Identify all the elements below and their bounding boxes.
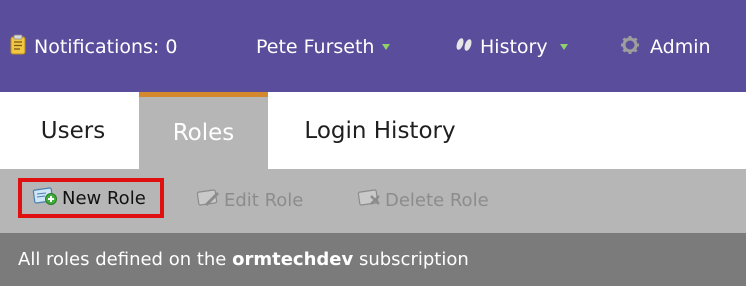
gear-icon: [620, 35, 640, 60]
tab-users[interactable]: Users: [14, 92, 132, 169]
tab-roles[interactable]: Roles: [139, 92, 268, 169]
delete-role-button[interactable]: Delete Role: [357, 187, 489, 213]
chevron-down-icon: [382, 44, 391, 50]
history-label: History: [480, 36, 548, 58]
footprints-icon: [452, 35, 476, 60]
tab-login-history[interactable]: Login History: [280, 92, 480, 169]
add-card-icon: [32, 186, 58, 211]
top-nav-bar: Notifications: 0 Pete Furseth History Ad…: [0, 0, 746, 92]
notifications-label: Notifications: 0: [34, 36, 178, 58]
edit-role-button[interactable]: Edit Role: [196, 187, 303, 213]
delete-role-label: Delete Role: [385, 189, 489, 211]
description-suffix: subscription: [353, 249, 469, 270]
roles-description: All roles defined on the ormtechdev subs…: [0, 233, 746, 286]
edit-role-label: Edit Role: [224, 189, 304, 211]
subscription-name: ormtechdev: [232, 249, 354, 270]
notifications-link[interactable]: Notifications: 0: [8, 33, 177, 61]
admin-label: Admin: [650, 36, 711, 58]
tab-label: Users: [40, 117, 106, 144]
tab-label: Roles: [172, 120, 235, 146]
roles-toolbar: New Role Edit Role Delete Role: [0, 169, 746, 233]
delete-card-icon: [357, 188, 383, 213]
edit-card-icon: [196, 188, 222, 213]
chevron-down-icon: [559, 44, 568, 50]
user-menu[interactable]: Pete Furseth: [256, 33, 391, 61]
new-role-button[interactable]: New Role: [18, 178, 164, 218]
tab-label: Login History: [304, 117, 456, 144]
tab-bar: Users Roles Login History: [0, 92, 746, 169]
description-prefix: All roles defined on the: [18, 249, 233, 270]
user-name: Pete Furseth: [256, 36, 375, 58]
admin-link[interactable]: Admin: [620, 33, 711, 61]
history-menu[interactable]: History: [452, 33, 568, 61]
notepad-icon: [8, 34, 28, 61]
new-role-label: New Role: [62, 187, 146, 209]
